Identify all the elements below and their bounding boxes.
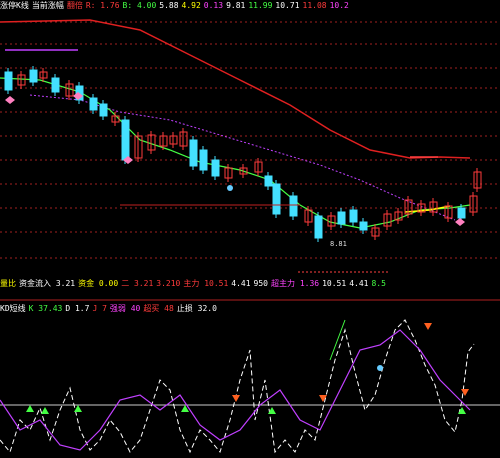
mid-indicator-legend: 量比 资金流入 3.21 资金 0.00 二 3.21 3.210 主力 10.51 4.4… — [0, 279, 389, 289]
signal-dot — [227, 185, 233, 191]
top-legend-item: 0.13 — [203, 1, 224, 10]
oscillator-dot — [377, 365, 383, 371]
buy-arrow — [74, 405, 82, 412]
buy-arrow — [26, 405, 34, 412]
candlestick-chart[interactable] — [0, 0, 500, 458]
mid-legend-item: 10.51 — [322, 279, 347, 288]
candle-body — [272, 183, 281, 215]
candle-body — [4, 71, 13, 91]
top-legend-item: 11.99 — [248, 1, 273, 10]
mid-legend-item: 主力 10.51 — [183, 279, 229, 288]
candle-body — [211, 159, 220, 177]
mid-legend-item: 4.41 — [231, 279, 251, 288]
candle-body — [89, 97, 98, 111]
low-indicator-legend: KD短线 K 37.43 D 1.7 J 7 强弱 40 超买 48 止损 32.0 — [0, 304, 220, 314]
low-price-label: 8.81 — [330, 240, 347, 248]
low-legend-item: KD短线 — [0, 304, 26, 313]
mid-legend-item: 3.210 — [156, 279, 181, 288]
mid-legend-item: 950 — [253, 279, 268, 288]
mid-legend-item: 超主力 1.36 — [271, 279, 320, 288]
signal-diamond — [455, 218, 465, 226]
top-legend-item: 涨停K线 — [0, 1, 29, 10]
slow-ma-line — [29, 94, 456, 221]
buy-arrow — [41, 407, 49, 414]
mid-legend-item: 资金 0.00 — [78, 279, 119, 288]
top-legend-item: 11.08 — [302, 1, 327, 10]
low-legend-item: K 37.43 — [28, 304, 63, 313]
sell-arrow — [232, 395, 240, 402]
top-legend-item: 10.71 — [275, 1, 300, 10]
candle-body — [189, 139, 198, 167]
candle-body — [121, 119, 130, 161]
candle-body — [51, 77, 60, 93]
top-indicator-legend: 涨停K线 当前涨幅 翻倍 R: 1.76 B: 4.00 5.88 4.92 0.13 9.81… — [0, 1, 352, 11]
candle-body — [264, 175, 273, 187]
top-legend-item: 10.2 — [329, 1, 349, 10]
candle-body — [99, 103, 108, 117]
top-legend-item: 4.92 — [181, 1, 201, 10]
top-legend-item: 5.88 — [159, 1, 179, 10]
sell-arrow — [424, 323, 432, 330]
candle-body — [314, 215, 323, 239]
k-line — [0, 319, 475, 454]
candle-body — [199, 149, 208, 171]
top-legend-item: B: 4.00 — [122, 1, 157, 10]
candle-body — [349, 209, 358, 223]
low-legend-item: J 7 — [92, 304, 107, 313]
mid-legend-item: 二 3.21 — [121, 279, 154, 288]
top-legend-item: 翻倍 — [66, 1, 83, 10]
top-legend-item: R: 1.76 — [85, 1, 120, 10]
top-legend-item: 当前涨幅 — [31, 1, 64, 10]
stock-chart-window: 涨停K线 当前涨幅 翻倍 R: 1.76 B: 4.00 5.88 4.92 0.13 9.81… — [0, 0, 500, 458]
candle-body — [359, 221, 368, 231]
candle-body — [337, 211, 346, 225]
mid-legend-item: 8.5 — [371, 279, 386, 288]
candle-body — [457, 207, 466, 219]
candle-body — [289, 195, 298, 217]
low-legend-item: 止损 32.0 — [176, 304, 217, 313]
mid-legend-item: 量比 — [0, 279, 16, 288]
low-legend-item: 超买 48 — [143, 304, 174, 313]
signal-diamond — [5, 96, 15, 104]
candle-body — [29, 69, 38, 83]
low-legend-item: 强弱 40 — [109, 304, 141, 313]
mid-legend-item: 4.41 — [349, 279, 369, 288]
mid-legend-item: 资金流入 3.21 — [19, 279, 76, 288]
low-legend-item: D 1.7 — [65, 304, 90, 313]
top-legend-item: 9.81 — [226, 1, 246, 10]
